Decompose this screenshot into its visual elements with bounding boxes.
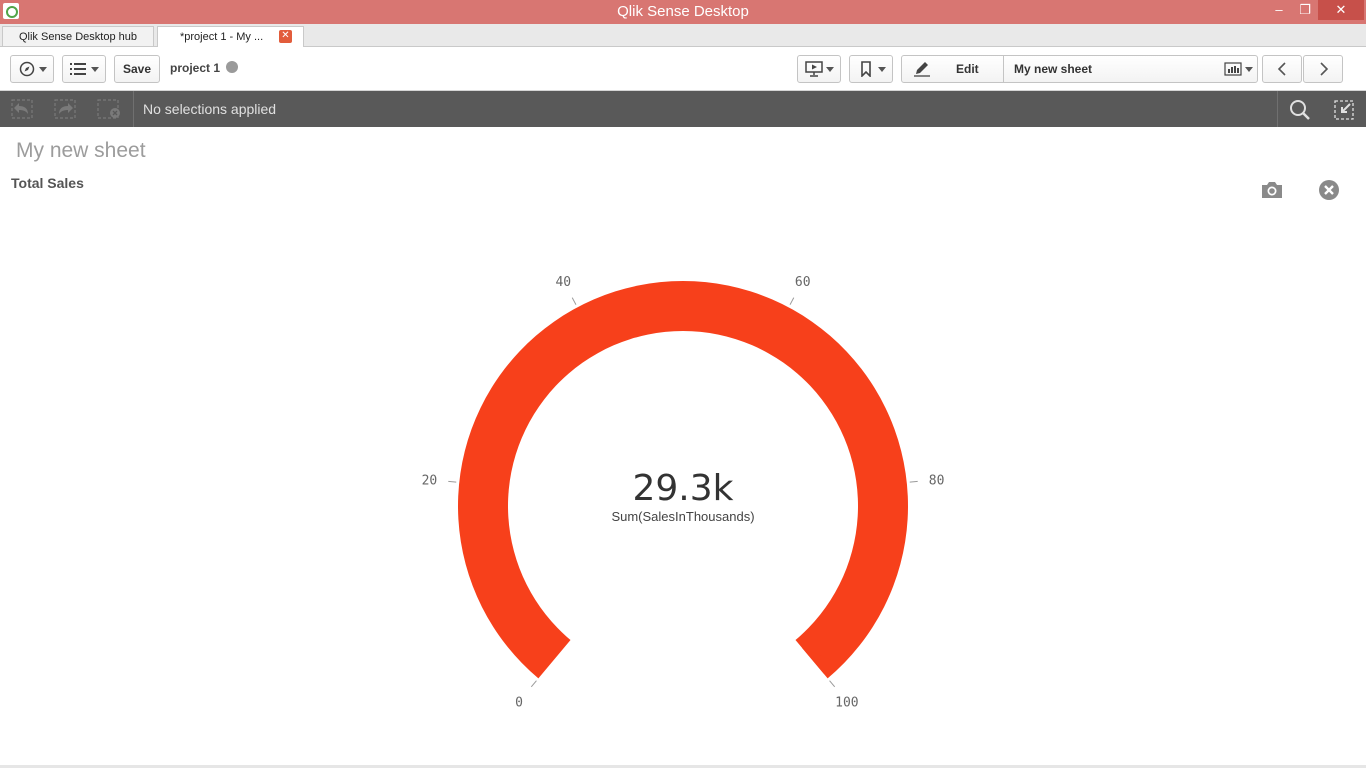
gauge-tick-label: 100 <box>835 695 858 710</box>
gauge-tick-label: 80 <box>929 473 945 488</box>
gauge-tick <box>571 297 577 305</box>
gauge-measure-label: Sum(SalesInThousands) <box>611 509 754 524</box>
gauge-tick <box>909 480 918 483</box>
gauge-tick <box>448 480 457 483</box>
gauge-chart[interactable]: 0 20 40 60 80 100 29.3k Sum(SalesInThousands) <box>0 0 1366 768</box>
gauge-tick-label: 0 <box>515 695 523 710</box>
gauge-tick-label: 40 <box>555 275 571 290</box>
gauge-tick <box>829 680 836 688</box>
gauge-value: 29.3k <box>632 468 733 509</box>
gauge-tick-label: 60 <box>795 275 811 290</box>
gauge-tick <box>530 680 537 688</box>
gauge-tick-label: 20 <box>422 473 438 488</box>
gauge-tick <box>789 297 795 305</box>
